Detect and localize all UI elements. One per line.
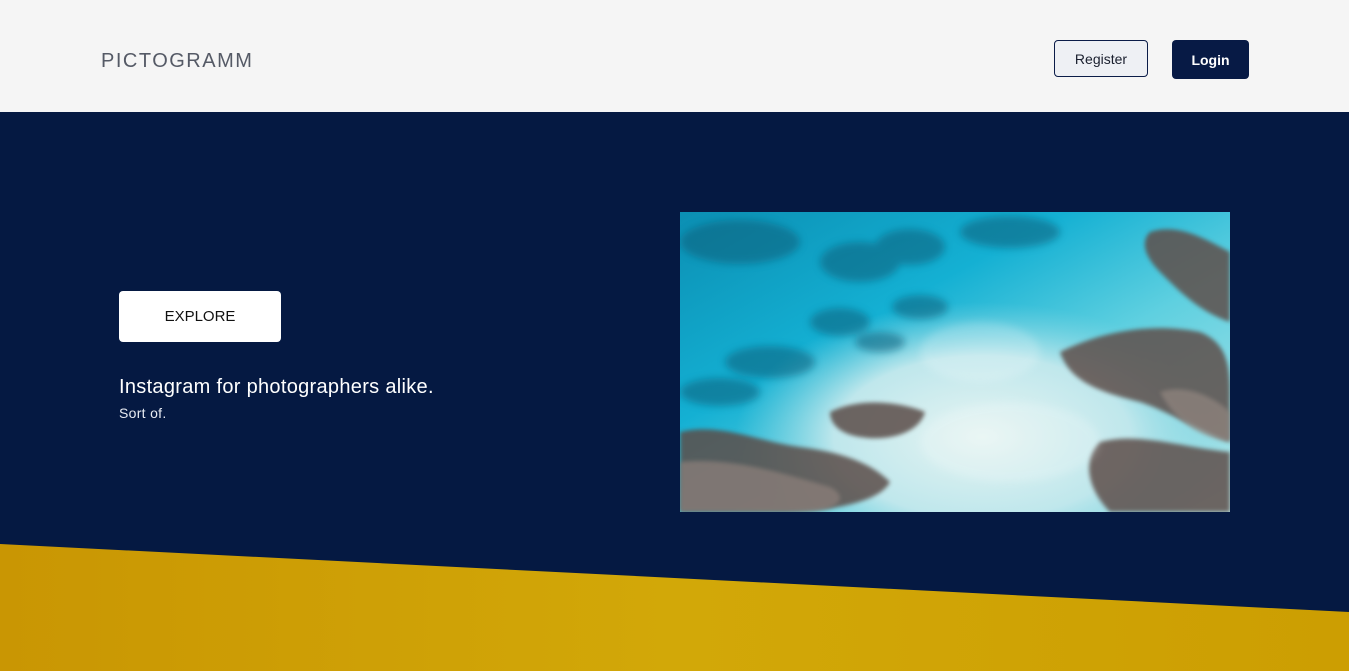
site-header: PICTOGRAMM Register Login xyxy=(0,0,1349,112)
site-logo[interactable]: PICTOGRAMM xyxy=(101,50,253,73)
hero-section: EXPLORE Instagram for photographers alik… xyxy=(0,112,1349,671)
yellow-diagonal-band xyxy=(0,544,1349,671)
login-button[interactable]: Login xyxy=(1172,40,1249,79)
register-button[interactable]: Register xyxy=(1054,40,1148,77)
